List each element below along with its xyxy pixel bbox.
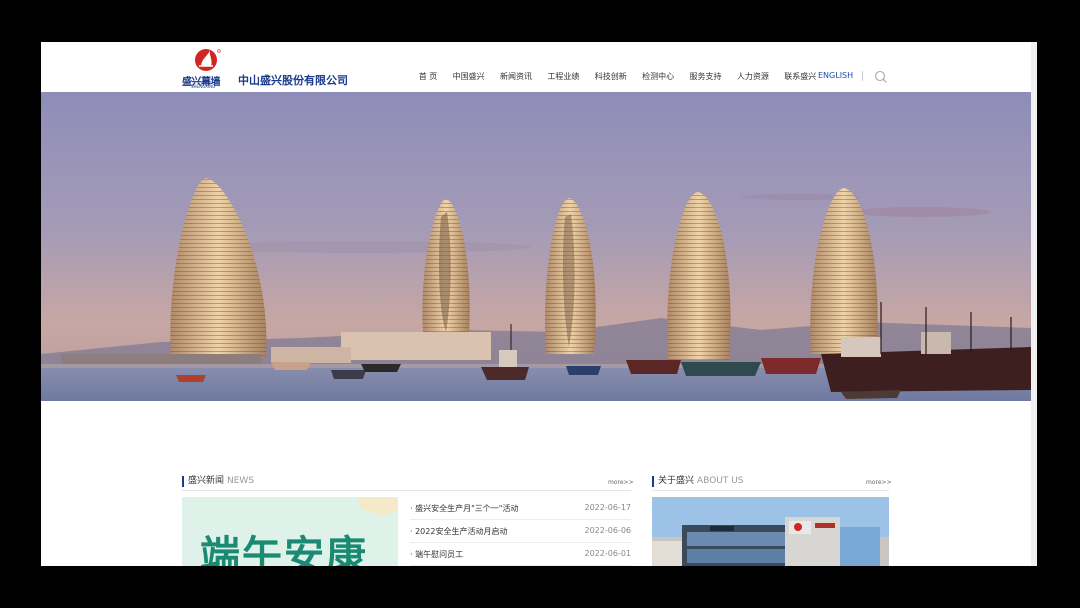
news-item-date: 2022-06-17	[584, 503, 632, 512]
news-more-link[interactable]: more>>	[608, 479, 634, 486]
company-logo[interactable]: 盛兴幕墙 SHENGXING	[182, 46, 232, 90]
main-nav: 首 页 中国盛兴 新闻资讯 工程业绩 科技创新 检测中心 服务支持 人力资源 联…	[411, 71, 824, 82]
banner-image	[41, 92, 1031, 401]
about-section-title: 关于盛兴 ABOUT US	[652, 476, 744, 487]
news-section-title: 盛兴新闻 NEWS	[182, 476, 254, 487]
about-title-cn: 关于盛兴	[658, 476, 695, 486]
company-name: 中山盛兴股份有限公司	[238, 74, 348, 87]
nav-item-hr[interactable]: 人力资源	[729, 71, 776, 82]
decorative-circle	[357, 497, 398, 515]
news-list: · 盛兴安全生产月"三个一"活动 2022-06-17 · 2022安全生产活动…	[410, 497, 631, 566]
nav-item-innovation[interactable]: 科技创新	[587, 71, 634, 82]
about-title-en: ABOUT US	[697, 476, 744, 486]
news-item-title: · 2022安全生产活动月启动	[410, 527, 508, 536]
news-item-date: 2022-06-01	[584, 549, 632, 558]
nav-item-about-china[interactable]: 中国盛兴	[445, 71, 492, 82]
news-item[interactable]: · 端午慰问员工 2022-06-01	[410, 543, 631, 566]
nav-item-news[interactable]: 新闻资讯	[492, 71, 539, 82]
news-feature-image[interactable]: 端午安康	[182, 497, 398, 566]
scrollbar[interactable]	[1031, 42, 1037, 566]
news-item[interactable]: · 盛兴安全生产月"三个一"活动 2022-06-17	[410, 497, 631, 520]
about-divider	[652, 490, 889, 491]
screen-frame: 盛兴幕墙 SHENGXING 中山盛兴股份有限公司 首 页 中国盛兴 新闻资讯 …	[0, 0, 1080, 608]
news-image-text: 端午安康	[200, 533, 368, 566]
hero-banner	[41, 92, 1031, 401]
nav-item-contact[interactable]: 联系盛兴	[777, 71, 824, 82]
news-title-en: NEWS	[227, 476, 255, 486]
browser-viewport: 盛兴幕墙 SHENGXING 中山盛兴股份有限公司 首 页 中国盛兴 新闻资讯 …	[41, 42, 1037, 566]
news-item-date: 2022-06-06	[584, 526, 632, 535]
news-divider	[182, 490, 631, 491]
news-item[interactable]: · 2022安全生产活动月启动 2022-06-06	[410, 520, 631, 543]
site-header: 盛兴幕墙 SHENGXING 中山盛兴股份有限公司 首 页 中国盛兴 新闻资讯 …	[41, 42, 1031, 92]
english-link[interactable]: ENGLISH	[818, 71, 853, 80]
about-more-link[interactable]: more>>	[866, 479, 892, 486]
news-title-cn: 盛兴新闻	[188, 476, 225, 486]
logo-subtext: SHENGXING	[191, 84, 216, 89]
news-item-title: · 盛兴安全生产月"三个一"活动	[410, 504, 519, 513]
search-icon[interactable]	[874, 69, 888, 83]
nav-item-projects[interactable]: 工程业绩	[540, 71, 587, 82]
nav-item-testing[interactable]: 检测中心	[634, 71, 681, 82]
nav-item-service[interactable]: 服务支持	[682, 71, 729, 82]
nav-item-home[interactable]: 首 页	[411, 71, 445, 82]
nav-divider	[862, 71, 863, 81]
news-item-title: · 端午慰问员工	[410, 550, 464, 559]
about-building-image[interactable]	[652, 497, 889, 566]
